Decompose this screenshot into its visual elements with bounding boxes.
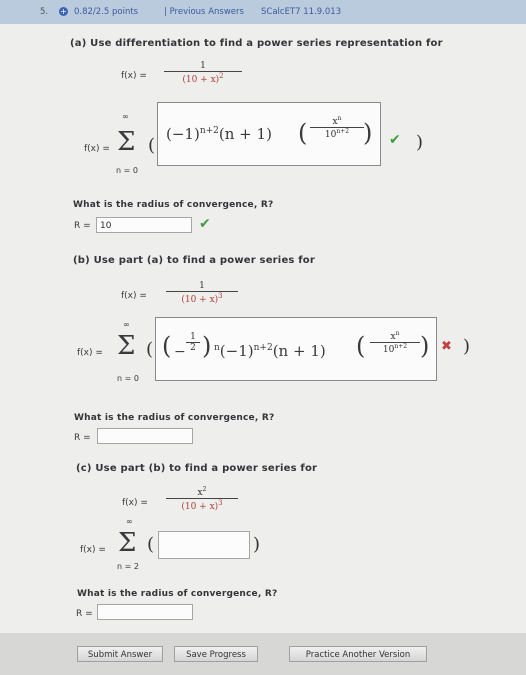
question-header: 5. + 0.82/2.5 points | Previous Answers … <box>0 0 526 25</box>
question-number: 5. <box>40 7 49 17</box>
part-b-incorrect-icon: ✖ <box>441 339 452 354</box>
part-c-sum-upper: ∞ <box>126 517 133 526</box>
part-b-answer-box[interactable]: ( − 1 2 ) n(−1)n+2(n + 1) ( xn 10n+2 ) <box>155 317 437 381</box>
part-c-prompt: (c) Use part (b) to find a power series … <box>76 463 318 474</box>
points-score: 0.82/2.5 points <box>74 7 139 17</box>
part-c-radius-question: What is the radius of convergence, R? <box>77 589 278 599</box>
part-a-answer-box[interactable]: (−1)n+2(n + 1) ( xn 10n+2 ) <box>157 102 381 166</box>
part-a-radius-input[interactable]: 10 <box>96 217 192 233</box>
part-a-answer-expression: (−1)n+2(n + 1) <box>166 125 272 143</box>
part-c-sum-lower: n = 2 <box>117 562 139 571</box>
problem-source: SCalcET7 11.9.013 <box>261 7 342 17</box>
part-a-function: 1 (10 + x)2 <box>164 61 242 85</box>
part-c-close-paren: ) <box>253 534 261 555</box>
part-a-sum-upper: ∞ <box>122 112 129 121</box>
part-b-sum-upper: ∞ <box>123 320 130 329</box>
part-b-radius-question: What is the radius of convergence, R? <box>74 413 275 423</box>
part-b-answer-fraction: xn 10n+2 <box>370 330 420 355</box>
part-b-open-paren: ( <box>146 339 154 360</box>
practice-another-version-button[interactable]: Practice Another Version <box>289 646 427 662</box>
part-b-half-fraction: 1 2 <box>186 332 200 353</box>
part-b-radius-label: R = <box>74 433 91 443</box>
part-a-function-label: f(x) = <box>121 71 147 81</box>
part-a-radius-correct-icon: ✔ <box>199 216 211 232</box>
previous-answers-link[interactable]: | Previous Answers <box>164 0 244 24</box>
part-c-function: x2 (10 + x)3 <box>166 486 238 512</box>
part-b-answer-expression: n(−1)n+2(n + 1) <box>214 342 326 360</box>
part-a-sum-lower: n = 0 <box>116 166 138 175</box>
part-c-radius-input[interactable] <box>97 604 193 620</box>
submit-answer-button[interactable]: Submit Answer <box>77 646 163 662</box>
part-c-sigma: Σ <box>118 528 137 558</box>
info-icon[interactable]: + <box>59 7 68 16</box>
part-c-open-paren: ( <box>147 534 155 555</box>
part-a-prompt: (a) Use differentiation to find a power … <box>70 38 443 49</box>
part-a-sigma: Σ <box>117 127 136 157</box>
part-a-radius-label: R = <box>74 221 91 231</box>
part-c-function-label: f(x) = <box>122 498 148 508</box>
part-b-close-paren: ) <box>463 336 471 357</box>
part-b-radius-input[interactable] <box>97 428 193 444</box>
part-a-correct-icon: ✔ <box>389 132 401 148</box>
part-c-radius-label: R = <box>76 609 93 619</box>
part-b-function-label: f(x) = <box>121 291 147 301</box>
part-c-fx-label: f(x) = <box>80 545 106 555</box>
part-a-fx-label: f(x) = <box>84 144 110 154</box>
part-b-prompt: (b) Use part (a) to find a power series … <box>73 255 316 266</box>
part-c-answer-input[interactable] <box>158 531 250 559</box>
part-b-sum-lower: n = 0 <box>117 374 139 383</box>
part-a-open-paren: ( <box>148 135 156 156</box>
part-b-fx-label: f(x) = <box>77 348 103 358</box>
part-a-radius-question: What is the radius of convergence, R? <box>73 200 274 210</box>
part-a-close-paren: ) <box>416 132 424 153</box>
part-b-sigma: Σ <box>117 331 136 361</box>
part-b-function: 1 (10 + x)3 <box>166 281 238 305</box>
part-a-answer-fraction: xn 10n+2 <box>310 115 364 140</box>
save-progress-button[interactable]: Save Progress <box>174 646 258 662</box>
